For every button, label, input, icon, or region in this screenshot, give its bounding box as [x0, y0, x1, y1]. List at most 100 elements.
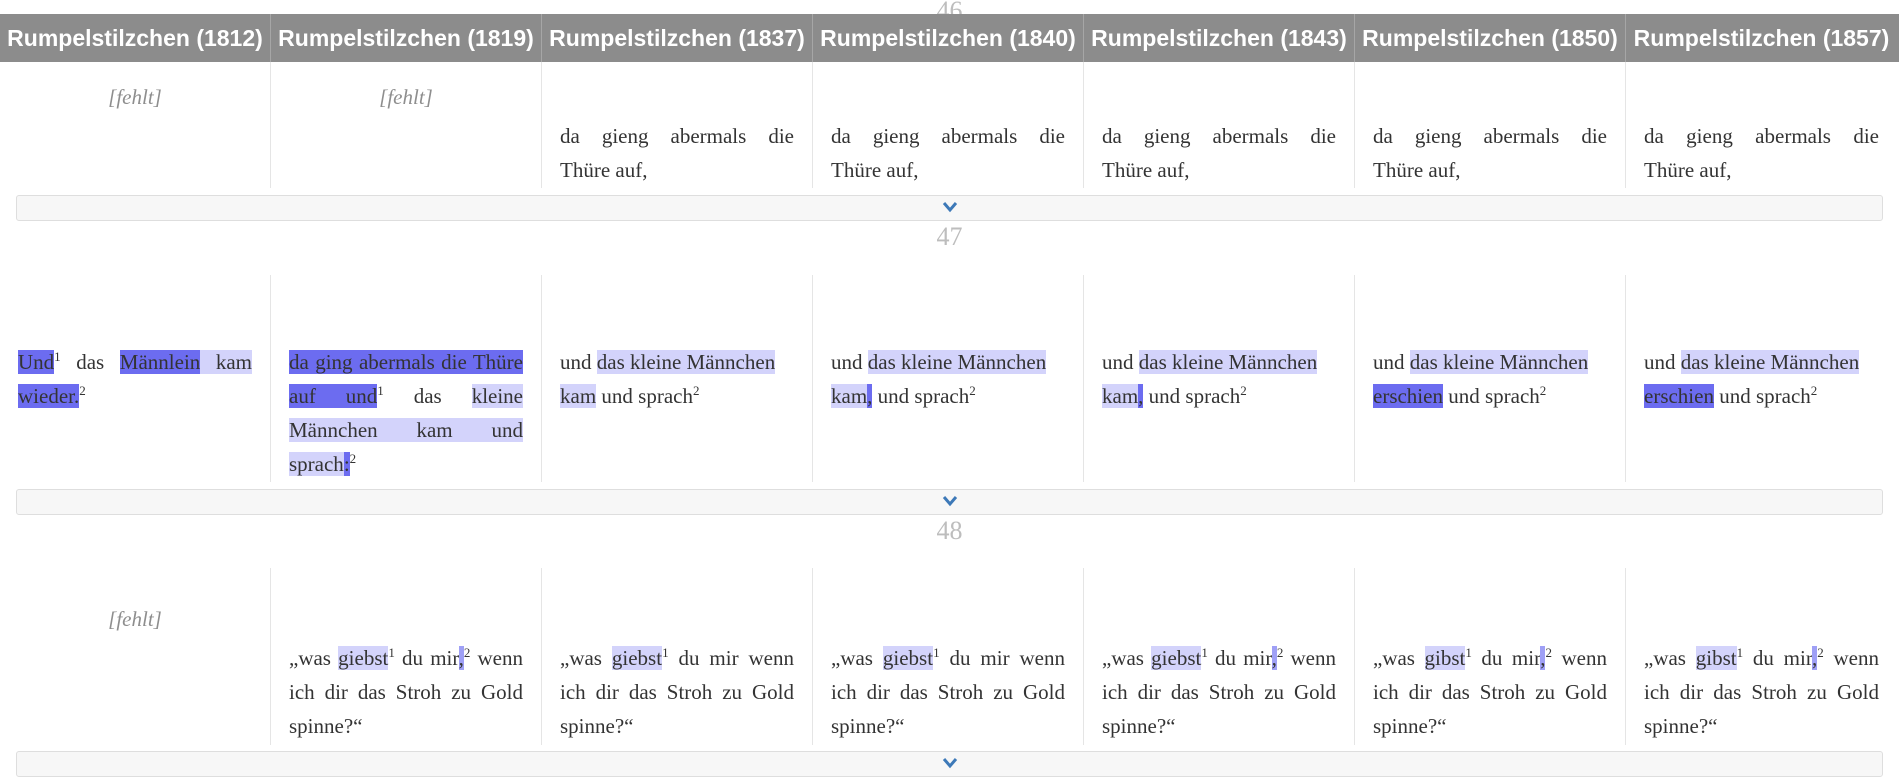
missing-text: [fehlt]: [108, 607, 162, 631]
column-header-1812: Rumpelstilzchen (1812): [0, 14, 271, 62]
text-span: und: [831, 350, 868, 374]
cell-text: und das kleine Männchen kam und sprach2: [560, 345, 794, 413]
variant-highlight: das kleine Männchen: [1409, 350, 1589, 374]
cell-1843: und das kleine Männchen kam, und sprach2: [1084, 275, 1355, 482]
text-span: und: [1644, 350, 1681, 374]
text-span: „was: [831, 646, 883, 670]
text-span: und: [1102, 350, 1139, 374]
cell-1837: da gieng abermals die Thüre auf,: [542, 62, 813, 188]
cell-1857: da gieng abermals die Thüre auf,: [1626, 62, 1897, 188]
cell-text: „was giebst1 du mir wenn ich dir das Str…: [831, 641, 1065, 743]
text-span: „was: [560, 646, 612, 670]
cell-text: „was gibst1 du mir,2 wenn ich dir das St…: [1373, 641, 1607, 743]
cell-1819: „was giebst1 du mir,2 wenn ich dir das S…: [271, 568, 542, 745]
cell-1850: und das kleine Männchen erschien und spr…: [1355, 275, 1626, 482]
segment-row-46: [fehlt] [fehlt] da gieng abermals die Th…: [0, 62, 1899, 188]
column-header-row: Rumpelstilzchen (1812) Rumpelstilzchen (…: [0, 14, 1899, 62]
text-span: und sprach: [1143, 384, 1241, 408]
chevron-down-icon: [942, 758, 957, 769]
cell-1857: und das kleine Männchen erschien und spr…: [1626, 275, 1897, 482]
cell-text: und das kleine Männchen erschien und spr…: [1644, 345, 1879, 413]
cell-1850: da gieng abermals die Thüre auf,: [1355, 62, 1626, 188]
variant-footnote: 2: [1810, 383, 1818, 398]
variant-highlight: Männlein: [119, 350, 201, 374]
cell-1819: [fehlt]: [271, 62, 542, 188]
cell-text: und das kleine Männchen kam, und sprach2: [831, 345, 1065, 413]
text-span: „was: [1644, 646, 1696, 670]
column-header-1843: Rumpelstilzchen (1843): [1084, 14, 1355, 62]
cell-1819: da ging abermals die Thüre auf und1 das …: [271, 275, 542, 482]
cell-text: und das kleine Männchen erschien und spr…: [1373, 345, 1607, 413]
text-span: „was: [289, 646, 339, 670]
variant-highlight: gibst: [1695, 646, 1737, 670]
cell-1840: da gieng abermals die Thüre auf,: [813, 62, 1084, 188]
cell-text: und das kleine Männchen kam, und sprach2: [1102, 345, 1336, 413]
segment-number-47: 47: [936, 222, 963, 251]
text-span: und sprach: [1713, 384, 1811, 408]
text-span: das: [383, 384, 472, 408]
text-span: du mir: [1743, 646, 1812, 670]
segment-row-48: [fehlt] „was giebst1 du mir,2 wenn ich d…: [0, 568, 1899, 745]
segment-row-47: Und1 das Männlein kam wieder.2 da ging a…: [0, 275, 1899, 482]
text-span: und sprach: [872, 384, 970, 408]
variant-footnote: 2: [1539, 383, 1547, 398]
variant-highlight: wieder.: [18, 384, 80, 408]
column-header-1857: Rumpelstilzchen (1857): [1633, 25, 1890, 51]
cell-1812: [fehlt]: [0, 568, 271, 745]
text-span: das: [60, 350, 120, 374]
cell-text: „was giebst1 du mir,2 wenn ich dir das S…: [289, 641, 523, 743]
text-span: du mir: [394, 646, 459, 670]
cell-text: da gieng abermals die Thüre auf,: [1644, 124, 1879, 182]
variant-footnote: 2: [969, 383, 976, 398]
expand-segment-button[interactable]: [16, 751, 1883, 777]
variant-highlight: giebst: [882, 646, 934, 670]
expand-segment-button[interactable]: [16, 195, 1883, 221]
text-span: du mir: [1471, 646, 1541, 670]
text-span: und: [1373, 350, 1410, 374]
cell-1837: und das kleine Männchen kam und sprach2: [542, 275, 813, 482]
column-header-1837: Rumpelstilzchen (1837): [542, 14, 813, 62]
cell-text: da gieng abermals die Thüre auf,: [560, 124, 794, 182]
variant-highlight: Und: [18, 350, 55, 374]
variant-highlight: erschien: [1373, 384, 1443, 408]
cell-1837: „was giebst1 du mir wenn ich dir das Str…: [542, 568, 813, 745]
variant-footnote: 2: [349, 451, 357, 466]
cell-1843: „was giebst1 du mir,2 wenn ich dir das S…: [1084, 568, 1355, 745]
segment-number-48: 48: [936, 516, 963, 545]
cell-text: da gieng abermals die Thüre auf,: [1373, 124, 1607, 182]
cell-1812: [fehlt]: [0, 62, 271, 188]
variant-highlight: giebst: [611, 646, 663, 670]
cell-text: da gieng abermals die Thüre auf,: [831, 124, 1065, 182]
cell-text: da gieng abermals die Thüre auf,: [1102, 124, 1336, 182]
cell-1843: da gieng abermals die Thüre auf,: [1084, 62, 1355, 188]
text-span: du mir: [1207, 646, 1272, 670]
text-span: und: [560, 350, 597, 374]
variant-highlight: gibst: [1424, 646, 1466, 670]
cell-1840: und das kleine Männchen kam, und sprach2: [813, 275, 1084, 482]
text-span: „was: [1373, 646, 1425, 670]
cell-1840: „was giebst1 du mir wenn ich dir das Str…: [813, 568, 1084, 745]
column-header-1850: Rumpelstilzchen (1850): [1355, 14, 1626, 62]
cell-1850: „was gibst1 du mir,2 wenn ich dir das St…: [1355, 568, 1626, 745]
chevron-down-icon: [942, 202, 957, 213]
cell-text: Und1 das Männlein kam wieder.2: [18, 345, 252, 413]
text-span: und sprach: [596, 384, 693, 408]
text-span: und sprach: [1442, 384, 1540, 408]
missing-text: [fehlt]: [108, 85, 162, 109]
cell-text: da ging abermals die Thüre auf und1 das …: [289, 345, 523, 481]
cell-text: „was giebst1 du mir wenn ich dir das Str…: [560, 641, 794, 743]
expand-segment-button[interactable]: [16, 489, 1883, 515]
variant-highlight: erschien: [1644, 384, 1714, 408]
variant-footnote: 2: [1240, 383, 1247, 398]
cell-1812: Und1 das Männlein kam wieder.2: [0, 275, 271, 482]
text-span: „was: [1102, 646, 1152, 670]
variant-highlight: giebst: [1151, 646, 1202, 670]
variant-highlight: kam: [200, 350, 252, 374]
chevron-down-icon: [942, 496, 957, 507]
cell-text: „was gibst1 du mir,2 wenn ich dir das St…: [1644, 641, 1879, 743]
cell-1857: „was gibst1 du mir,2 wenn ich dir das St…: [1626, 568, 1897, 745]
column-header-1840: Rumpelstilzchen (1840): [813, 14, 1084, 62]
cell-text: „was giebst1 du mir,2 wenn ich dir das S…: [1102, 641, 1336, 743]
variant-footnote: 2: [692, 383, 700, 398]
variant-highlight: das kleine Männchen: [1680, 350, 1860, 374]
